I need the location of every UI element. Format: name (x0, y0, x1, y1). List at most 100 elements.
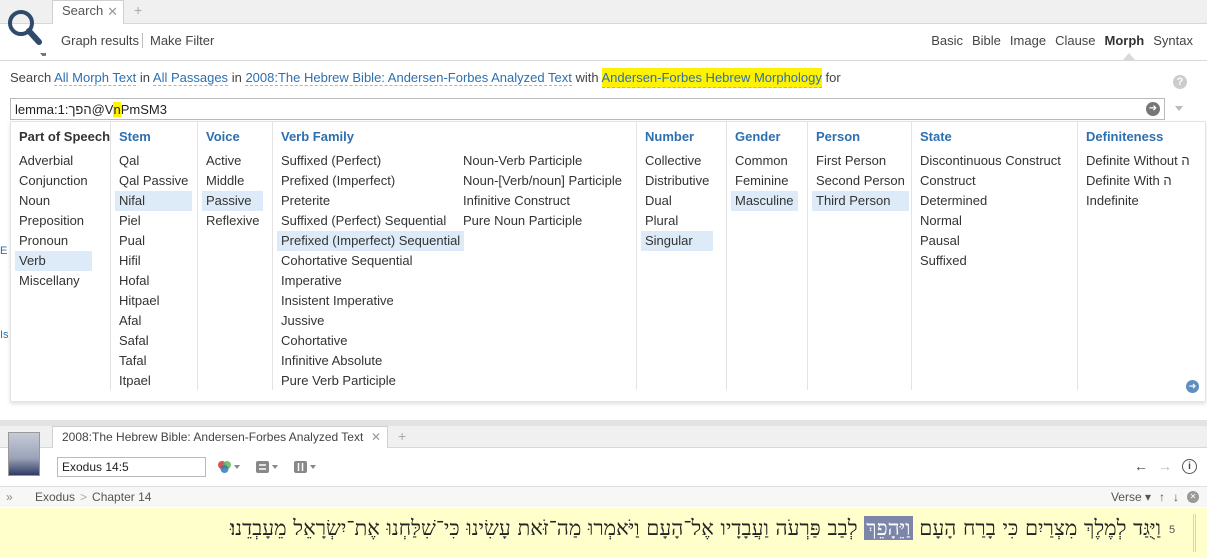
make-filter-button[interactable]: Make Filter (150, 33, 214, 48)
tab-bible-resource[interactable]: 2008:The Hebrew Bible: Andersen-Forbes A… (52, 426, 388, 448)
morph-option[interactable]: Suffixed (Perfect) Sequential (277, 211, 464, 231)
morph-option[interactable]: Active (202, 151, 263, 171)
morph-option[interactable]: Adverbial (15, 151, 92, 171)
tab-search[interactable]: Search ✕ (52, 0, 124, 24)
back-arrow-icon[interactable]: ← (1134, 458, 1148, 474)
morph-option[interactable]: Distributive (641, 171, 713, 191)
morph-option[interactable]: Noun (15, 191, 92, 211)
morph-option[interactable]: Third Person (812, 191, 909, 211)
expand-icon[interactable]: » (6, 490, 13, 504)
morph-option[interactable]: Verb (15, 251, 92, 271)
morph-option[interactable]: Feminine (731, 171, 798, 191)
morph-option[interactable]: Nifal (115, 191, 193, 211)
next-arrow-icon[interactable]: ➜ (1186, 380, 1199, 393)
morph-option[interactable]: Insistent Imperative (277, 291, 464, 311)
help-icon[interactable]: ? (1173, 75, 1187, 89)
morph-option[interactable]: Masculine (731, 191, 798, 211)
previous-verse-icon[interactable]: ↑ (1159, 490, 1165, 504)
morph-option[interactable]: Hifil (115, 251, 192, 271)
morph-option[interactable]: Cohortative Sequential (277, 251, 464, 271)
morph-option[interactable]: Pure Verb Participle (277, 371, 464, 391)
mode-tab-clause[interactable]: Clause (1055, 33, 1095, 48)
morph-option[interactable]: Cohortative (277, 331, 464, 351)
reference-input[interactable] (57, 457, 206, 477)
visual-filters-icon[interactable] (216, 460, 242, 477)
morph-option[interactable]: Infinitive Absolute (277, 351, 464, 371)
morph-option[interactable]: Middle (202, 171, 263, 191)
morph-option[interactable]: Prefixed (Imperfect) (277, 171, 464, 191)
close-icon[interactable]: ✕ (371, 430, 381, 444)
morph-option[interactable]: Preterite (277, 191, 464, 211)
morph-option[interactable]: Preposition (15, 211, 92, 231)
display-options-icon[interactable] (256, 460, 280, 477)
mode-tab-morph[interactable]: Morph (1105, 33, 1145, 48)
graph-results-button[interactable]: Graph results (61, 33, 139, 48)
query-input[interactable]: lemma:1:הפך@VnPmSM3 ➜ (10, 98, 1165, 120)
morph-option[interactable]: Pual (115, 231, 192, 251)
morph-option[interactable]: Noun-Verb Participle (459, 151, 626, 171)
morph-option[interactable]: Safal (115, 331, 192, 351)
morph-option[interactable]: Qal Passive (115, 171, 192, 191)
morph-option[interactable]: Pausal (916, 231, 1065, 251)
morph-option[interactable]: Imperative (277, 271, 464, 291)
column-header-verb-family[interactable]: Verb Family (281, 129, 354, 144)
column-header-gender[interactable]: Gender (735, 129, 781, 144)
morph-option[interactable]: Suffixed (Perfect) (277, 151, 464, 171)
morph-option[interactable]: Itpael (115, 371, 192, 391)
column-header-part-of-speech[interactable]: Part of Speech (19, 129, 110, 144)
verse-dropdown[interactable]: Verse ▾ (1111, 490, 1151, 504)
breadcrumb-chapter[interactable]: Chapter 14 (92, 490, 151, 504)
morph-option[interactable]: Prefixed (Imperfect) Sequential (277, 231, 465, 251)
close-location-icon[interactable]: ✕ (1187, 491, 1199, 503)
column-header-stem[interactable]: Stem (119, 129, 151, 144)
morph-option[interactable]: Definite With ה (1082, 171, 1194, 191)
column-header-state[interactable]: State (920, 129, 952, 144)
morph-option[interactable]: Suffixed (916, 251, 1065, 271)
morph-option[interactable]: Infinitive Construct (459, 191, 626, 211)
morphology-dropdown[interactable]: Andersen-Forbes Hebrew Morphology (601, 68, 822, 88)
mode-tab-basic[interactable]: Basic (931, 33, 963, 48)
morph-option[interactable]: Plural (641, 211, 713, 231)
next-verse-icon[interactable]: ↓ (1173, 490, 1179, 504)
morph-option[interactable]: Miscellany (15, 271, 92, 291)
morph-option[interactable]: Afal (115, 311, 192, 331)
morph-option[interactable]: Qal (115, 151, 192, 171)
breadcrumb-book[interactable]: Exodus (35, 490, 75, 504)
parallel-resources-icon[interactable] (294, 460, 318, 477)
morph-option[interactable]: Tafal (115, 351, 192, 371)
morph-option[interactable]: Singular (641, 231, 714, 251)
info-icon[interactable]: i (1182, 458, 1197, 474)
morph-option[interactable]: Second Person (812, 171, 909, 191)
morph-option[interactable]: Piel (115, 211, 192, 231)
morph-option[interactable]: Definite Without ה (1082, 151, 1194, 171)
morph-option[interactable]: Collective (641, 151, 713, 171)
morph-option[interactable]: First Person (812, 151, 909, 171)
book-cover-icon[interactable] (8, 432, 40, 476)
morph-option[interactable]: Indefinite (1082, 191, 1194, 211)
morph-option[interactable]: Passive (202, 191, 264, 211)
morph-option[interactable]: Conjunction (15, 171, 92, 191)
close-icon[interactable]: ✕ (107, 4, 118, 20)
morph-option[interactable]: Reflexive (202, 211, 263, 231)
verse-text[interactable]: וַיֻּגַּד לְמֶלֶךְ מִצְרַיִם כִּי בָרַח … (230, 516, 1161, 541)
add-tab-icon[interactable]: + (134, 2, 142, 18)
query-history-dropdown-icon[interactable] (1175, 106, 1183, 111)
mode-tab-image[interactable]: Image (1010, 33, 1046, 48)
query-text[interactable]: lemma:1:הפך@VnPmSM3 (15, 102, 167, 117)
morph-option[interactable]: Determined (916, 191, 1065, 211)
morph-option[interactable]: Normal (916, 211, 1065, 231)
morph-option[interactable]: Hofal (115, 271, 192, 291)
morph-option[interactable]: Discontinuous Construct (916, 151, 1065, 171)
add-tab-icon[interactable]: + (398, 428, 406, 444)
mode-tab-bible[interactable]: Bible (972, 33, 1001, 48)
column-header-definiteness[interactable]: Definiteness (1086, 129, 1163, 144)
morph-option[interactable]: Dual (641, 191, 713, 211)
morph-option[interactable]: Hitpael (115, 291, 192, 311)
morph-option[interactable]: Construct (916, 171, 1065, 191)
morph-option[interactable]: Pronoun (15, 231, 92, 251)
run-search-icon[interactable]: ➜ (1146, 102, 1160, 116)
resource-dropdown[interactable]: 2008:The Hebrew Bible: Andersen-Forbes A… (245, 70, 572, 86)
mode-tab-syntax[interactable]: Syntax (1153, 33, 1193, 48)
morph-option[interactable]: Jussive (277, 311, 464, 331)
morph-option[interactable]: Common (731, 151, 798, 171)
